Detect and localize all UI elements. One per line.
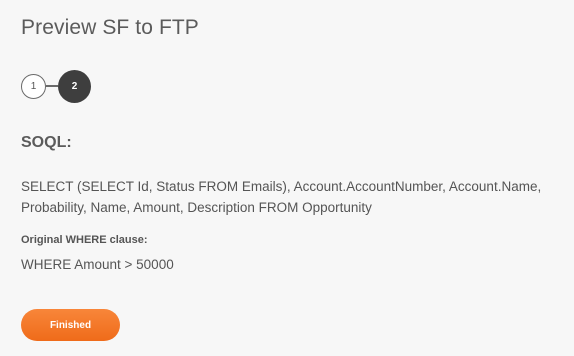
stepper: 1 2 (21, 69, 91, 103)
step-1[interactable]: 1 (21, 73, 46, 99)
step-connector (46, 85, 58, 87)
step-1-label: 1 (30, 80, 37, 92)
soql-query: SELECT (SELECT Id, Status FROM Emails), … (21, 179, 542, 215)
where-clause-label: Original WHERE clause: (21, 234, 148, 246)
where-clause-value: WHERE Amount > 50000 (21, 257, 174, 272)
page-title: Preview SF to FTP (21, 16, 199, 39)
preview-panel: Preview SF to FTP 1 2 SOQL: SELECT (SELE… (0, 0, 574, 356)
step-2[interactable]: 2 (58, 69, 91, 103)
step-2-label: 2 (71, 80, 78, 92)
soql-heading: SOQL: (21, 134, 72, 151)
finished-button[interactable]: Finished (21, 309, 120, 341)
